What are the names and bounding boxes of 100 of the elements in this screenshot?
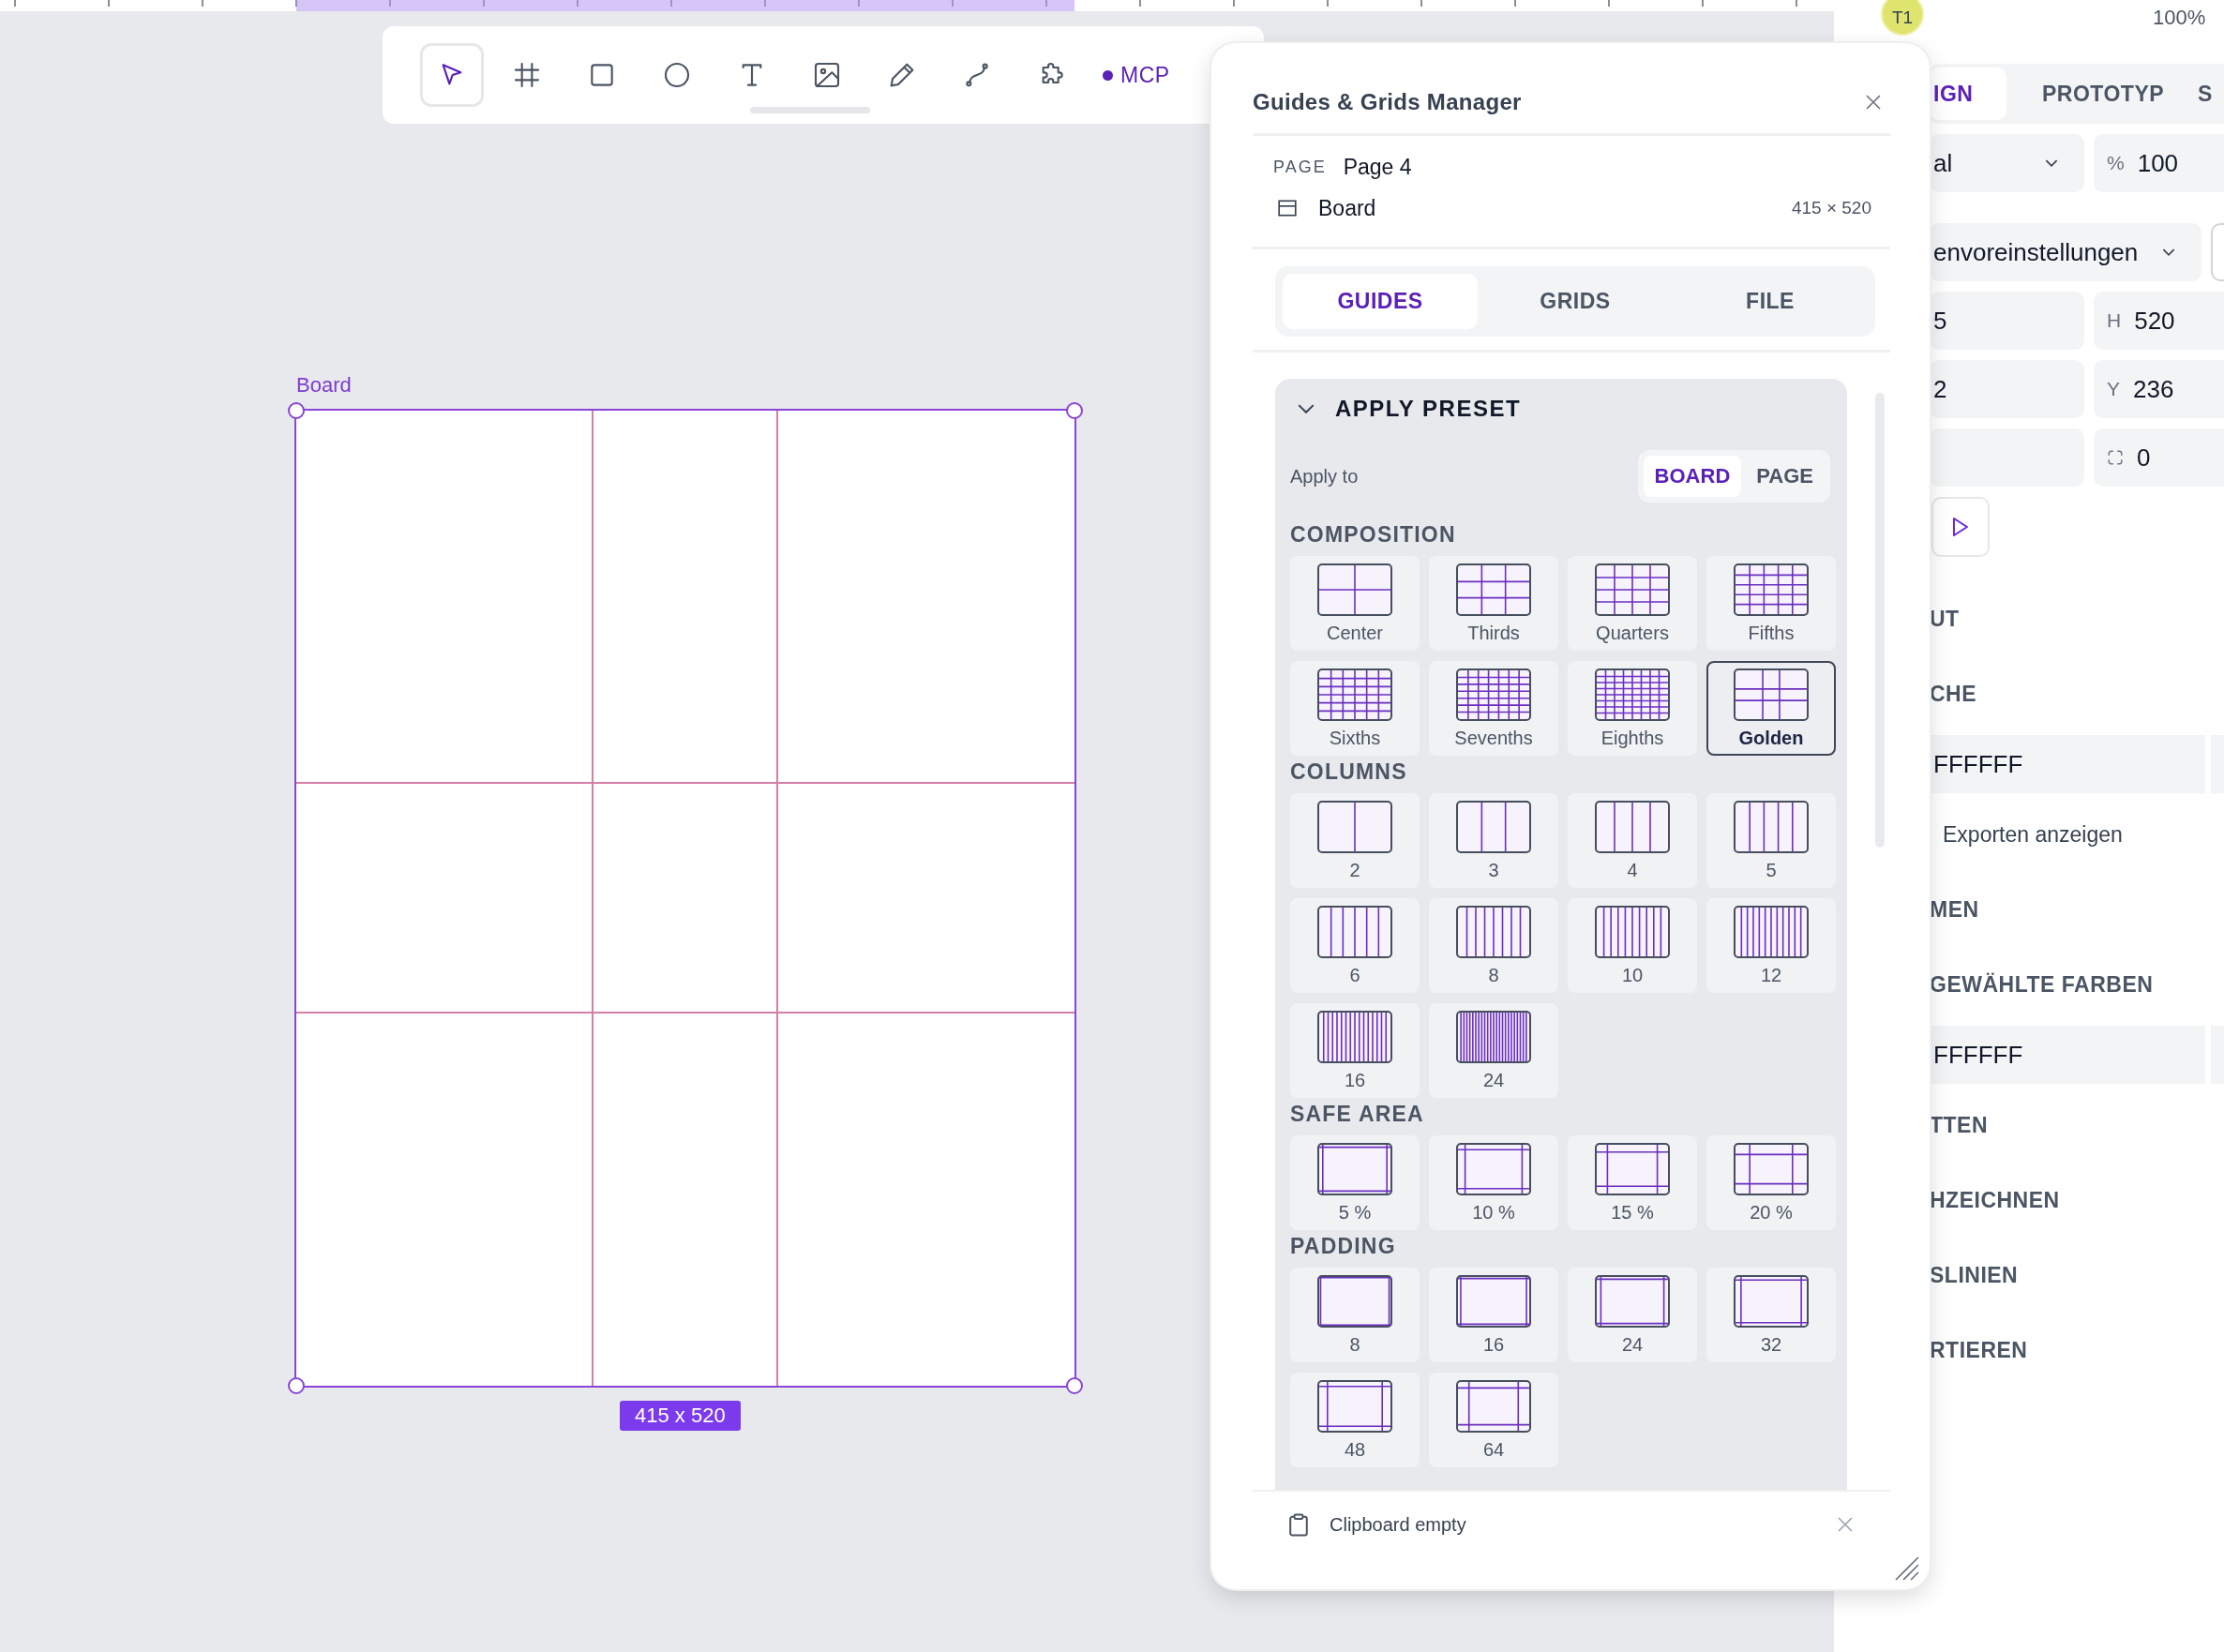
preset-button[interactable]: 16 xyxy=(1429,1268,1558,1362)
preset-button[interactable]: 3 xyxy=(1429,793,1558,888)
grid-icon xyxy=(1317,906,1392,958)
input-field[interactable]: % 100 xyxy=(2094,134,2224,192)
tab[interactable]: IGN xyxy=(1930,68,2006,120)
play-button[interactable] xyxy=(1931,497,1990,557)
color-field[interactable]: FFFFFF xyxy=(1930,735,2205,793)
grid-icon xyxy=(1734,906,1809,958)
preset-button[interactable]: 32 xyxy=(1706,1268,1836,1362)
grid-icon xyxy=(1456,563,1531,616)
group-title: PADDING xyxy=(1290,1233,1396,1259)
grid-icon xyxy=(1734,668,1809,721)
preset-button[interactable]: 5 xyxy=(1706,793,1836,888)
preset-button[interactable]: 64 xyxy=(1429,1373,1558,1467)
input-field[interactable]: 5 xyxy=(1930,292,2084,350)
preset-button[interactable]: Eighths xyxy=(1568,661,1697,756)
preset-button[interactable]: 48 xyxy=(1290,1373,1420,1467)
preset-button[interactable]: 10 xyxy=(1568,898,1697,993)
preset-button[interactable]: 24 xyxy=(1568,1268,1697,1362)
section-title[interactable]: CHE xyxy=(1930,681,1977,707)
section-title[interactable]: HZEICHNEN xyxy=(1930,1187,2060,1213)
clipboard-status: Clipboard empty xyxy=(1330,1513,1467,1536)
section-title[interactable]: MEN xyxy=(1930,896,1979,923)
preset-button[interactable]: Fifths xyxy=(1706,556,1836,651)
dialog-title: Guides & Grids Manager xyxy=(1253,89,1522,115)
group-title: SAFE AREA xyxy=(1290,1101,1424,1127)
frame-icon xyxy=(512,60,542,90)
avatar[interactable]: T1 xyxy=(1881,0,1924,36)
color-field[interactable]: FFFFFF xyxy=(1930,1026,2205,1084)
dropdown[interactable]: envoreinstellungen xyxy=(1930,223,2201,281)
input-field[interactable]: Y 236 xyxy=(2094,360,2224,418)
board-icon xyxy=(1277,198,1298,218)
section-title[interactable]: APPLY PRESET xyxy=(1335,396,1522,422)
tab[interactable]: GRIDS xyxy=(1478,274,1673,329)
section-title[interactable]: UT xyxy=(1930,606,1960,632)
grid-icon xyxy=(1317,1011,1392,1063)
tab[interactable]: S xyxy=(2181,68,2224,120)
resize-handle[interactable] xyxy=(288,1377,305,1394)
segment-button[interactable]: BOARD xyxy=(1643,456,1742,497)
grid-icon xyxy=(1734,801,1809,853)
preset-button[interactable]: 8 xyxy=(1290,1268,1420,1362)
corner-radius-icon xyxy=(2107,449,2124,466)
grid-icon xyxy=(1734,563,1809,616)
resize-handle[interactable] xyxy=(1066,402,1083,419)
dropdown[interactable]: al xyxy=(1930,134,2084,192)
drag-handle[interactable] xyxy=(750,107,870,113)
option-label[interactable]: Exporten anzeigen xyxy=(1943,821,2123,848)
preset-button[interactable]: 20 % xyxy=(1706,1135,1836,1230)
tab[interactable]: PROTOTYP xyxy=(2025,68,2182,120)
section-title[interactable]: SLINIEN xyxy=(1930,1262,2019,1288)
input-field[interactable]: H 520 xyxy=(2094,292,2224,350)
board-name: Board xyxy=(1318,195,1377,221)
input-field[interactable] xyxy=(1930,428,2084,487)
close-icon[interactable] xyxy=(1864,93,1883,112)
input-field[interactable]: 2 xyxy=(1930,360,2084,418)
grid-icon xyxy=(1595,801,1670,853)
grid-icon xyxy=(1595,668,1670,721)
input-field[interactable]: 0 xyxy=(2094,428,2224,487)
preset-button[interactable]: 12 xyxy=(1706,898,1836,993)
preset-button[interactable]: 24 xyxy=(1429,1003,1558,1098)
preset-button[interactable]: Golden xyxy=(1706,661,1836,756)
ellipse-icon xyxy=(662,60,692,90)
mcp-status[interactable]: MCP xyxy=(1103,62,1170,88)
preset-button[interactable]: 6 xyxy=(1290,898,1420,993)
preset-button[interactable]: 4 xyxy=(1568,793,1697,888)
grid-icon xyxy=(1317,801,1392,853)
grid-icon xyxy=(1595,563,1670,616)
preset-button[interactable]: 16 xyxy=(1290,1003,1420,1098)
page-name: Page 4 xyxy=(1343,154,1412,180)
chevron-down-icon xyxy=(2162,248,2175,257)
preset-button[interactable]: 2 xyxy=(1290,793,1420,888)
chevron-icon[interactable] xyxy=(1298,403,1315,414)
zoom-level[interactable]: 100% xyxy=(2153,6,2206,30)
section-title[interactable]: GEWÄHLTE FARBEN xyxy=(1930,971,2154,998)
tool-button[interactable] xyxy=(420,43,484,107)
tab[interactable]: FILE xyxy=(1673,274,1868,329)
board-size: 415 × 520 xyxy=(1791,198,1871,218)
group-title: COMPOSITION xyxy=(1290,521,1456,548)
preset-button[interactable]: Center xyxy=(1290,556,1420,651)
board-label[interactable]: Board xyxy=(296,373,352,398)
play-icon xyxy=(1951,517,1970,537)
chevron-down-icon xyxy=(2045,158,2058,168)
grid-icon xyxy=(1456,801,1531,853)
preset-button[interactable]: 10 % xyxy=(1429,1135,1558,1230)
resize-handle[interactable] xyxy=(288,402,305,419)
tab[interactable]: GUIDES xyxy=(1283,274,1478,329)
preset-button[interactable]: 15 % xyxy=(1568,1135,1697,1230)
grid-icon xyxy=(1595,906,1670,958)
preset-button[interactable]: 8 xyxy=(1429,898,1558,993)
resize-handle[interactable] xyxy=(1066,1377,1083,1394)
close-icon[interactable] xyxy=(1836,1515,1855,1534)
section-title[interactable]: TTEN xyxy=(1930,1112,1989,1138)
preset-button[interactable]: Thirds xyxy=(1429,556,1558,651)
preset-button[interactable]: Sevenths xyxy=(1429,661,1558,756)
preset-button[interactable]: Quarters xyxy=(1568,556,1697,651)
preset-button[interactable]: Sixths xyxy=(1290,661,1420,756)
preset-button[interactable]: 5 % xyxy=(1290,1135,1420,1230)
section-title[interactable]: RTIEREN xyxy=(1930,1337,2028,1363)
segment-button[interactable]: PAGE xyxy=(1745,456,1825,497)
grid-icon xyxy=(1317,563,1392,616)
